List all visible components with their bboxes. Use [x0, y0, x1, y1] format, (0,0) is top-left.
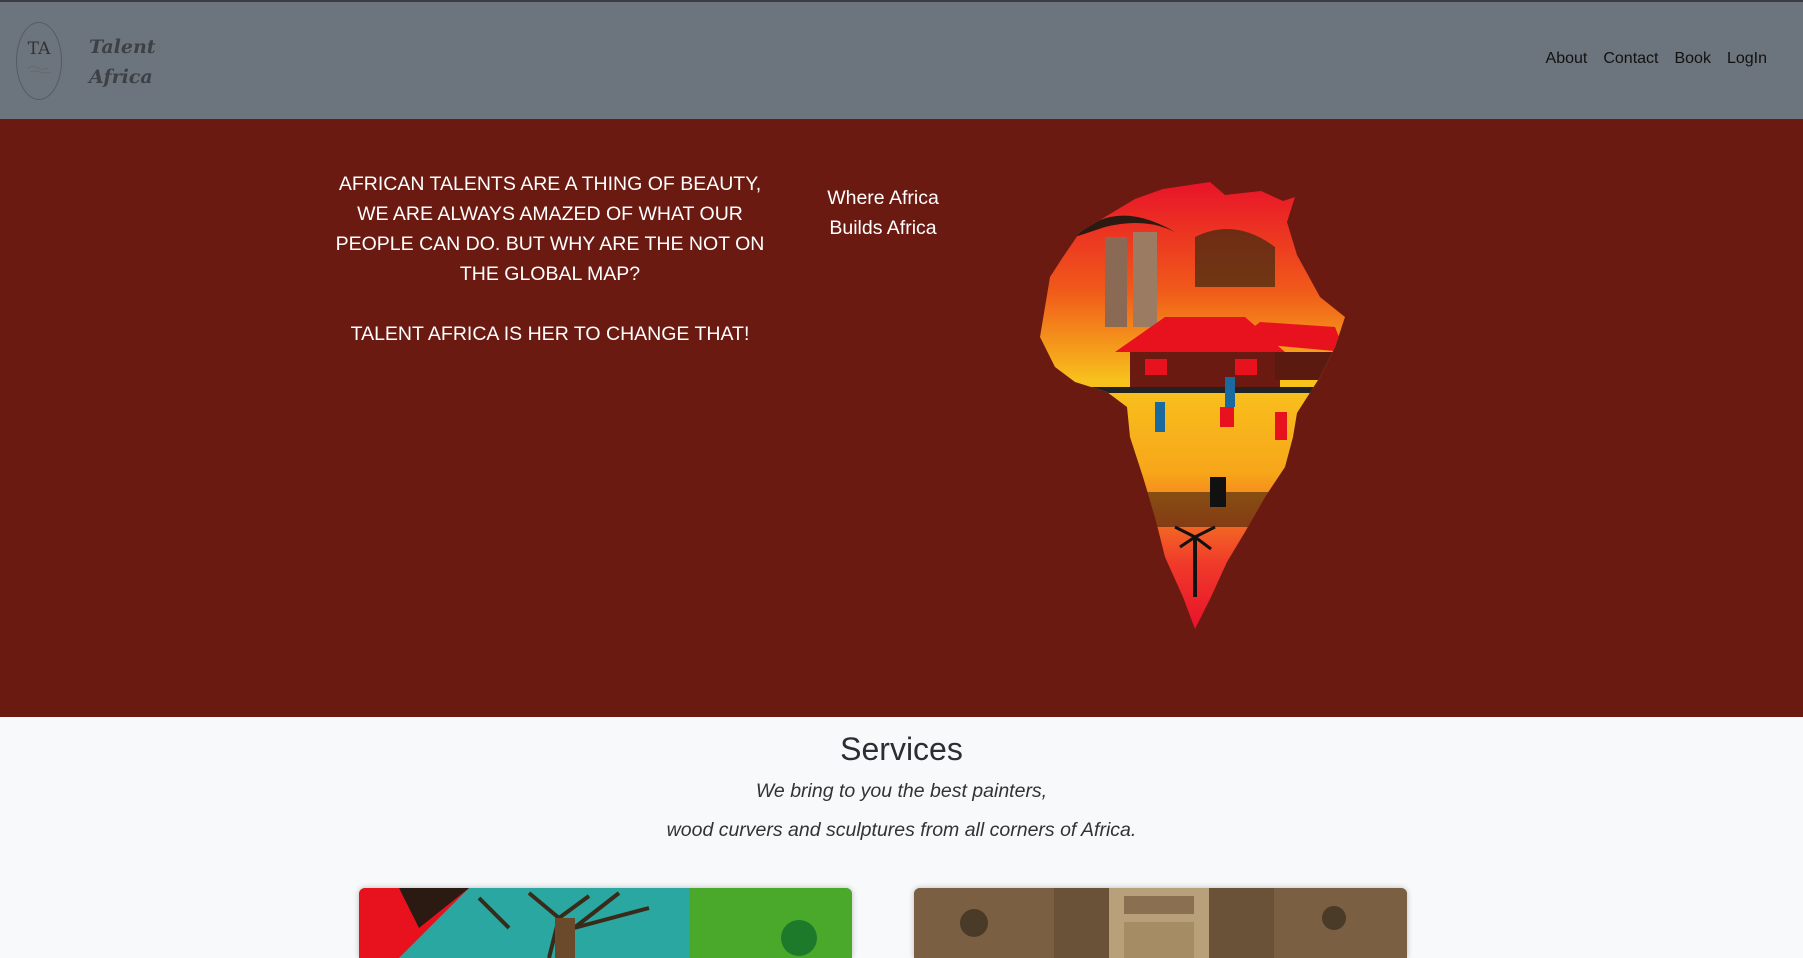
main-nav: About Contact Book LogIn [1546, 50, 1767, 68]
painting-image [359, 888, 852, 958]
nav-contact[interactable]: Contact [1603, 50, 1658, 68]
hero-section: AFRICAN TALENTS ARE A THING OF BEAUTY, W… [0, 119, 1803, 717]
nav-book[interactable]: Book [1674, 50, 1710, 68]
hero-text: AFRICAN TALENTS ARE A THING OF BEAUTY, W… [326, 169, 774, 379]
logo[interactable]: TA [16, 22, 62, 100]
sculpture-image [914, 888, 1407, 958]
brand-name[interactable]: Talent Africa [89, 32, 169, 92]
africa-map-painting [1040, 182, 1345, 629]
hero-paragraph-1: AFRICAN TALENTS ARE A THING OF BEAUTY, W… [335, 173, 765, 285]
logo-ornament-icon [27, 66, 52, 74]
services-subtitle-line-2: wood curvers and sculptures from all cor… [666, 819, 1137, 841]
nav-about[interactable]: About [1546, 50, 1588, 68]
service-card-painting[interactable] [359, 888, 852, 958]
logo-initials: TA [27, 39, 51, 59]
services-title: Services [840, 731, 963, 767]
brand-line-2: Africa [89, 66, 153, 88]
hero-paragraph-2: TALENT AFRICA IS HER TO CHANGE THAT! [350, 323, 750, 345]
services-section: Services We bring to you the best painte… [0, 717, 1803, 958]
hero-tagline: Where Africa Builds Africa [827, 187, 939, 239]
services-subtitle-line-1: We bring to you the best painters, [755, 780, 1048, 802]
service-card-sculpture[interactable] [914, 888, 1407, 958]
brand-line-1: Talent [89, 36, 156, 58]
nav-login[interactable]: LogIn [1727, 50, 1767, 68]
navbar: TA Talent Africa About Contact Book LogI… [0, 2, 1803, 119]
